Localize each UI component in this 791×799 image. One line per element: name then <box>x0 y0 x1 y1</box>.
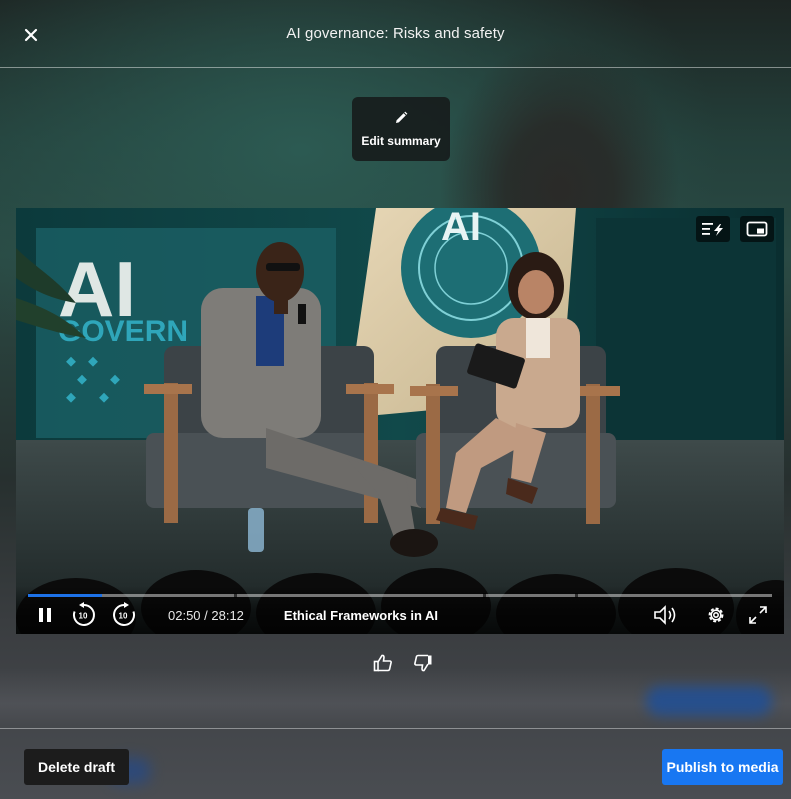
thumbs-up-button[interactable] <box>372 652 394 674</box>
forward-seconds: 10 <box>119 612 128 621</box>
forward-10-button[interactable]: 10 <box>110 601 138 629</box>
chapter-marker <box>483 593 486 598</box>
video-controls: 10 10 02:50 / 28:12 Ethical Frameworks i… <box>16 586 784 634</box>
settings-gear-icon <box>708 607 724 623</box>
page-title: AI governance: Risks and safety <box>286 25 505 42</box>
backdrop-blur-blue <box>646 686 772 716</box>
progress-bar[interactable] <box>28 593 772 598</box>
edit-summary-label: Edit summary <box>361 133 441 148</box>
publish-to-media-button[interactable]: Publish to media <box>662 749 783 785</box>
picture-in-picture-icon <box>746 221 768 237</box>
chapter-marker <box>234 593 237 598</box>
feedback-row <box>372 652 434 674</box>
pause-icon <box>39 608 51 622</box>
delete-draft-button[interactable]: Delete draft <box>24 749 129 785</box>
pencil-icon <box>396 111 408 123</box>
edit-summary-button[interactable]: Edit summary <box>352 97 450 161</box>
rewind-10-button[interactable]: 10 <box>70 601 98 629</box>
modal-header: AI governance: Risks and safety <box>0 0 791 68</box>
pause-button[interactable] <box>34 603 56 627</box>
thumbs-down-button[interactable] <box>412 652 434 674</box>
chapters-button[interactable] <box>696 216 730 242</box>
chapters-flash-icon <box>702 223 723 236</box>
rewind-10-icon: 10 <box>73 602 95 626</box>
close-icon <box>24 28 38 42</box>
progress-fill <box>28 594 103 597</box>
video-player[interactable]: AI GOVERN AI 10 10 02:50 / 28:12 Ethical… <box>16 208 784 634</box>
chapter-title: Ethical Frameworks in AI <box>283 607 439 623</box>
chapter-marker <box>575 593 578 598</box>
footer-divider <box>0 728 791 729</box>
close-button[interactable] <box>20 24 42 46</box>
volume-icon <box>654 605 676 625</box>
thumbs-up-icon <box>373 654 392 672</box>
thumbs-down-icon <box>414 654 432 672</box>
fullscreen-icon <box>749 606 767 624</box>
settings-button[interactable] <box>704 603 728 627</box>
forward-10-icon: 10 <box>113 602 135 626</box>
volume-button[interactable] <box>652 603 682 627</box>
video-frame: AI GOVERN AI <box>16 208 784 634</box>
rewind-seconds: 10 <box>79 612 88 621</box>
screen-text-ai: AI <box>441 208 481 249</box>
picture-in-picture-button[interactable] <box>740 216 774 242</box>
video-top-controls <box>696 216 774 242</box>
fullscreen-button[interactable] <box>746 603 770 627</box>
time-display: 02:50 / 28:12 <box>168 607 244 623</box>
